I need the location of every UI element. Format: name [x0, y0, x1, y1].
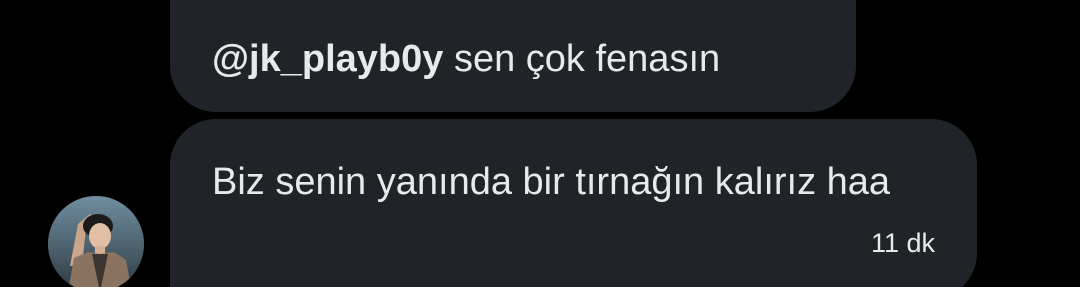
message-body: Biz senin yanında bir tırnağın kalırız h…: [212, 161, 891, 203]
avatar[interactable]: [48, 196, 144, 287]
mention-link[interactable]: @jk_playb0y: [212, 38, 443, 80]
message-text: @jk_playb0y sen çok fenasın: [212, 36, 720, 82]
user-avatar-icon: [48, 196, 144, 287]
dm-conversation: @jk_playb0y sen çok fenasın Biz senin ya…: [0, 0, 1080, 287]
message-body: sen çok fenasın: [443, 38, 721, 80]
message-timestamp: 11 dk: [870, 228, 935, 258]
message-bubble-main[interactable]: Biz senin yanında bir tırnağın kalırız h…: [170, 119, 977, 287]
message-bubble-reply[interactable]: @jk_playb0y sen çok fenasın: [170, 0, 856, 112]
